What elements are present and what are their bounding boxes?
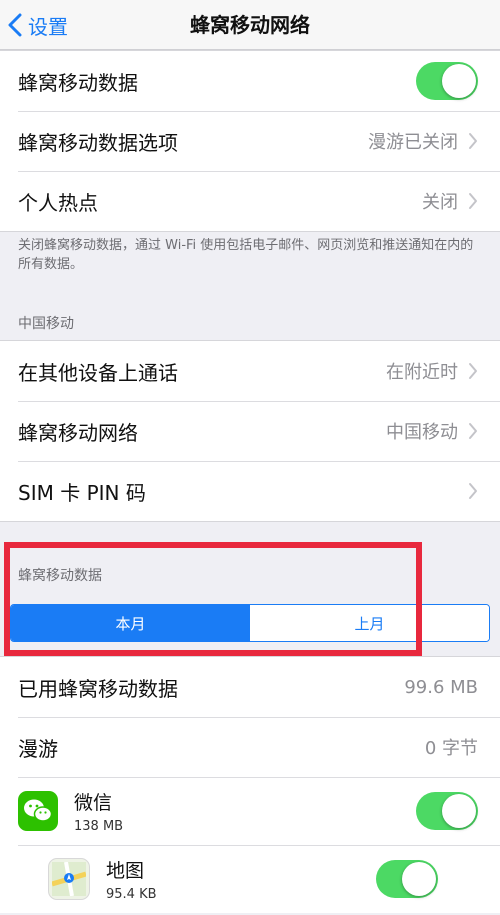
- roaming-row: 漫游 0 字节: [0, 717, 500, 777]
- calls-other-devices-label: 在其他设备上通话: [18, 360, 178, 385]
- app-data-size: 138 MB: [74, 819, 124, 834]
- cellular-settings-group: 蜂窝移动数据 蜂窝移动数据选项 漫游已关闭 个人热点 关闭: [0, 50, 500, 232]
- calls-other-devices-value: 在附近时: [386, 362, 458, 383]
- chevron-right-icon: [469, 193, 477, 209]
- sim-pin-label: SIM 卡 PIN 码: [18, 480, 146, 505]
- highlight-box: [4, 542, 422, 656]
- cellular-data-options-row[interactable]: 蜂窝移动数据选项 漫游已关闭: [0, 111, 500, 171]
- cellular-data-options-value: 漫游已关闭: [368, 132, 458, 153]
- app-row-wechat: 微信 138 MB: [0, 777, 500, 845]
- cellular-data-options-label: 蜂窝移动数据选项: [18, 130, 178, 155]
- app-info: 微信 138 MB: [74, 788, 416, 834]
- app-row-maps: 地图 95.4 KB: [0, 845, 500, 913]
- navigation-bar: 设置 蜂窝移动网络: [0, 0, 500, 50]
- carrier-settings-group: 在其他设备上通话 在附近时 蜂窝移动网络 中国移动 SIM 卡 PIN 码: [0, 340, 500, 522]
- maps-cellular-toggle[interactable]: [376, 860, 438, 898]
- calls-other-devices-row[interactable]: 在其他设备上通话 在附近时: [0, 341, 500, 401]
- used-data-row: 已用蜂窝移动数据 99.6 MB: [0, 657, 500, 717]
- cellular-network-row[interactable]: 蜂窝移动网络 中国移动: [0, 401, 500, 461]
- app-info: 地图 95.4 KB: [106, 856, 376, 902]
- maps-icon: [48, 858, 90, 900]
- personal-hotspot-row[interactable]: 个人热点 关闭: [0, 171, 500, 231]
- chevron-right-icon: [469, 483, 477, 499]
- cellular-data-toggle[interactable]: [416, 62, 478, 100]
- used-data-value: 99.6 MB: [404, 676, 478, 698]
- cellular-network-label: 蜂窝移动网络: [18, 420, 138, 445]
- used-data-label: 已用蜂窝移动数据: [18, 676, 178, 701]
- usage-group: 已用蜂窝移动数据 99.6 MB 漫游 0 字节 微信 138 MB 地图 95…: [0, 656, 500, 913]
- sim-pin-row[interactable]: SIM 卡 PIN 码: [0, 461, 500, 521]
- carrier-section-header: 中国移动: [18, 316, 74, 332]
- personal-hotspot-label: 个人热点: [18, 190, 98, 215]
- page-title: 蜂窝移动网络: [190, 13, 310, 37]
- chevron-right-icon: [469, 423, 477, 439]
- wechat-icon: [18, 791, 58, 831]
- wechat-cellular-toggle[interactable]: [416, 792, 478, 830]
- roaming-label: 漫游: [18, 736, 58, 761]
- roaming-value: 0 字节: [424, 738, 478, 759]
- chevron-right-icon: [469, 133, 477, 149]
- screen: 设置 蜂窝移动网络 蜂窝移动数据 蜂窝移动数据选项 漫游已关闭 个人热点 关闭 …: [0, 0, 500, 915]
- cellular-network-value: 中国移动: [386, 422, 458, 443]
- app-data-size: 95.4 KB: [106, 887, 157, 902]
- cellular-footnote: 关闭蜂窝移动数据，通过 Wi-Fi 使用包括电子邮件、网页浏览和推送通知在内的所…: [18, 238, 474, 272]
- app-name: 微信: [74, 792, 113, 814]
- cellular-data-label: 蜂窝移动数据: [18, 70, 138, 95]
- app-name: 地图: [106, 860, 145, 882]
- cellular-data-row: 蜂窝移动数据: [0, 51, 500, 111]
- personal-hotspot-value: 关闭: [422, 192, 458, 213]
- chevron-right-icon: [469, 363, 477, 379]
